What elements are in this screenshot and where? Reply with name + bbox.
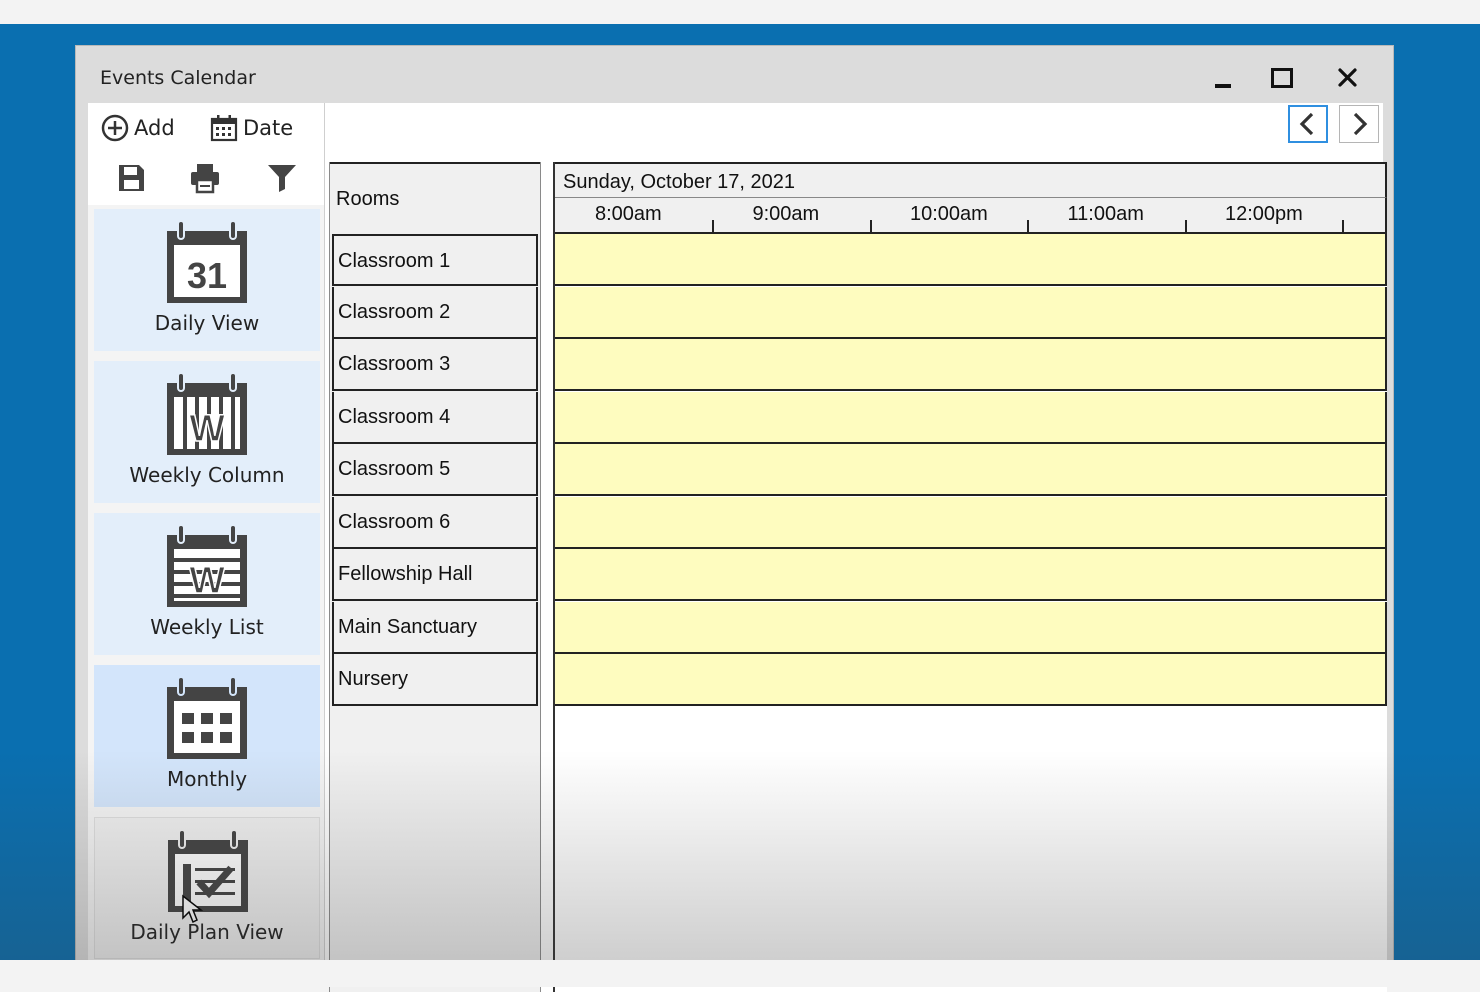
time-label: 9:00am <box>752 203 820 225</box>
events-calendar-window: Events Calendar Add Date 31 Daily View W… <box>75 45 1394 992</box>
add-button[interactable]: Add <box>100 113 175 143</box>
calendar-letter: W <box>189 408 225 450</box>
filter-icon <box>268 165 296 192</box>
rooms-header: Rooms <box>330 162 540 234</box>
time-header: 8:00am 9:00am 10:00am 11:00am 12:00pm <box>555 198 1387 234</box>
room-name: Classroom 2 <box>338 300 451 323</box>
chevron-left-icon <box>1299 112 1314 136</box>
close-icon <box>1338 68 1357 87</box>
previous-button[interactable] <box>1288 105 1328 143</box>
date-header: Sunday, October 17, 2021 <box>555 162 1387 198</box>
room-row[interactable]: Classroom 5 <box>332 444 538 496</box>
time-tick <box>1342 220 1344 232</box>
schedule-slot-row[interactable] <box>555 234 1387 286</box>
time-label: 11:00am <box>1067 203 1144 225</box>
save-button[interactable] <box>114 161 148 195</box>
room-row[interactable]: Nursery <box>332 654 538 706</box>
view-daily-label: Daily View <box>154 311 260 335</box>
calendar-weekly-column-icon: W <box>167 373 247 455</box>
calendar-weekly-list-icon: W <box>167 525 247 607</box>
view-weekly-list-label: Weekly List <box>150 615 264 639</box>
rooms-header-label: Rooms <box>336 188 400 210</box>
calendar-31-icon: 31 <box>167 221 247 303</box>
print-button[interactable] <box>188 161 222 195</box>
room-row[interactable]: Classroom 1 <box>332 234 538 286</box>
schedule-slot-row[interactable] <box>555 496 1387 549</box>
minimize-icon <box>1215 84 1231 88</box>
view-weekly-list[interactable]: W Weekly List <box>94 513 320 655</box>
view-daily[interactable]: 31 Daily View <box>94 209 320 351</box>
calendar-number: 31 <box>187 255 227 296</box>
bottom-strip <box>0 960 1480 987</box>
schedule-slot-row[interactable] <box>555 549 1387 601</box>
calendar-small-icon <box>210 115 238 142</box>
time-tick <box>869 220 872 232</box>
room-name: Main Sanctuary <box>338 615 477 638</box>
calendar-monthly-icon <box>167 677 247 759</box>
room-name: Classroom 1 <box>338 250 451 272</box>
save-icon <box>119 165 144 191</box>
schedule-slot-row[interactable] <box>555 339 1387 391</box>
time-tick <box>712 220 714 232</box>
room-row[interactable]: Classroom 4 <box>332 391 538 444</box>
room-name: Classroom 6 <box>338 510 451 533</box>
rooms-column: Rooms Classroom 1 Classroom 2 Classroom 3 C… <box>329 162 541 992</box>
view-daily-plan[interactable]: Daily Plan View <box>94 817 320 959</box>
filter-button[interactable] <box>265 161 299 195</box>
printer-icon <box>191 164 219 194</box>
sidebar: Add Date 31 Daily View W Weekly Column W… <box>88 103 325 962</box>
room-row[interactable]: Classroom 2 <box>332 286 538 339</box>
title-bar: Events Calendar <box>76 46 1393 103</box>
time-label: 12:00pm <box>1225 203 1303 225</box>
minimize-button[interactable] <box>1203 60 1243 96</box>
window-content: Add Date 31 Daily View W Weekly Column W… <box>88 103 1387 992</box>
time-label: 8:00am <box>595 203 662 225</box>
room-row[interactable]: Classroom 6 <box>332 496 538 549</box>
schedule-slot-row[interactable] <box>555 654 1387 706</box>
mouse-cursor-icon <box>182 894 203 924</box>
schedule-slot-row[interactable] <box>555 286 1387 339</box>
maximize-icon <box>1271 68 1293 88</box>
chevron-right-icon <box>1353 112 1368 136</box>
view-monthly[interactable]: Monthly <box>94 665 320 807</box>
date-button[interactable]: Date <box>209 113 293 143</box>
date-label: Date <box>243 116 294 140</box>
schedule-slot-row[interactable] <box>555 444 1387 496</box>
time-tick <box>1184 220 1187 232</box>
add-label: Add <box>134 116 175 140</box>
maximize-button[interactable] <box>1262 60 1302 96</box>
toolbar-bottom <box>88 155 324 205</box>
timeline-area: Sunday, October 17, 2021 8:00am 9:00am 10:… <box>553 162 1387 992</box>
close-button[interactable] <box>1328 60 1368 96</box>
window-title: Events Calendar <box>100 67 256 89</box>
room-name: Classroom 4 <box>338 405 451 428</box>
view-weekly-column-label: Weekly Column <box>129 463 285 487</box>
room-row[interactable]: Classroom 3 <box>332 339 538 391</box>
room-name: Classroom 5 <box>338 458 451 480</box>
view-daily-plan-label: Daily Plan View <box>130 920 284 944</box>
time-label: 10:00am <box>910 203 988 225</box>
view-monthly-label: Monthly <box>166 767 248 791</box>
schedule-slot-row[interactable] <box>555 601 1387 654</box>
toolbar-top: Add Date <box>88 103 324 155</box>
date-label: Sunday, October 17, 2021 <box>563 171 796 193</box>
plus-circle-icon <box>101 114 129 142</box>
schedule-slot-row[interactable] <box>555 391 1387 444</box>
room-name: Nursery <box>338 668 409 690</box>
schedule-grid: Rooms Classroom 1 Classroom 2 Classroom 3 C… <box>329 162 1387 992</box>
time-tick <box>1027 220 1029 232</box>
room-row[interactable]: Fellowship Hall <box>332 549 538 601</box>
calendar-checklist-icon <box>168 830 248 912</box>
room-name: Fellowship Hall <box>338 563 473 585</box>
view-weekly-column[interactable]: W Weekly Column <box>94 361 320 503</box>
room-row[interactable]: Main Sanctuary <box>332 601 538 654</box>
room-name: Classroom 3 <box>338 353 451 375</box>
next-button[interactable] <box>1339 105 1379 143</box>
calendar-letter: W <box>189 560 225 602</box>
